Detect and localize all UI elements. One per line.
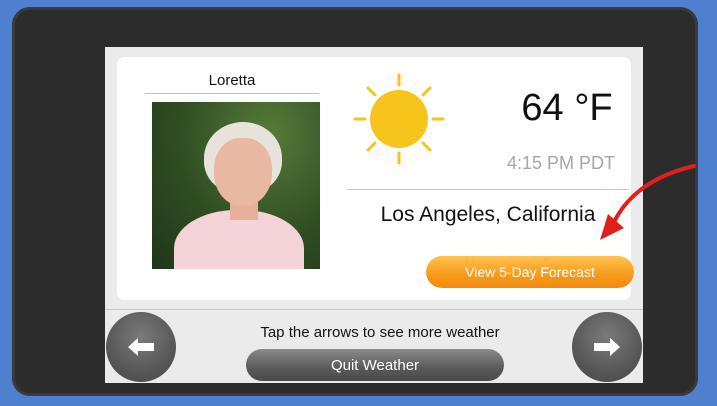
profile-photo [152,102,320,269]
previous-arrow-button[interactable] [106,312,176,382]
next-arrow-button[interactable] [572,312,642,382]
arrow-left-icon [128,338,154,356]
weather-card: Loretta 64 °F 4:15 PM PDT Los Angeles, C… [117,57,634,300]
quit-weather-button[interactable]: Quit Weather [246,349,504,381]
sun-icon [353,73,445,165]
forecast-button[interactable]: View 5-Day Forecast [426,256,634,288]
photo-face [214,138,272,206]
location-label: Los Angeles, California [380,203,596,226]
weather-screen: Loretta 64 °F 4:15 PM PDT Los Angeles, C… [105,47,643,383]
annotation-arrow-icon [600,164,696,240]
name-divider [145,93,319,94]
info-divider [347,189,629,190]
profile-name: Loretta [208,72,256,89]
hint-text: Tap the arrows to see more weather [260,324,500,341]
arrow-right-icon [594,338,620,356]
temperature: 64 °F [521,87,613,129]
footer-divider [105,309,643,310]
